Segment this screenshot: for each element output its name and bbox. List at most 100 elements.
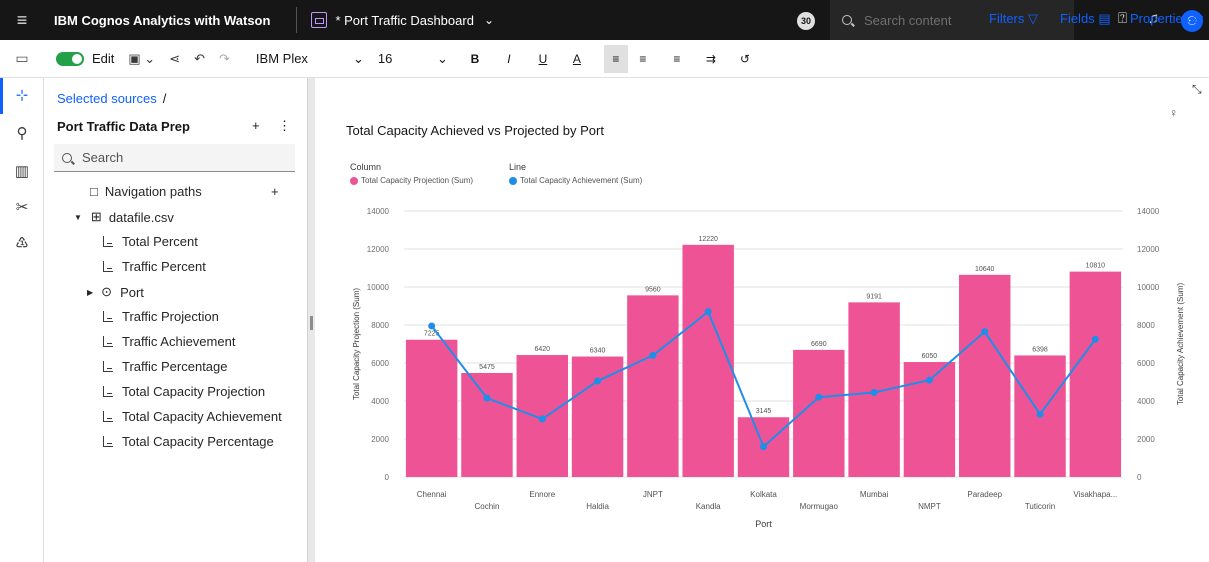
bar-value-label: 12220 (698, 236, 718, 243)
measure-icon (103, 386, 113, 397)
tree-item-navigation-paths[interactable]: □ Navigation paths (90, 184, 202, 199)
align-right-icon[interactable]: ≡ (670, 52, 684, 66)
field-label: Total Capacity Projection (122, 384, 266, 399)
chevron-down-icon: ⌄ (353, 50, 364, 66)
bar (405, 339, 458, 477)
bar (959, 274, 1011, 477)
font-family-select[interactable]: IBM Plex ⌄ (256, 51, 364, 67)
chevron-down-icon: ⌄ (437, 50, 448, 66)
table-icon: ⊞ (90, 209, 102, 224)
measure-icon (103, 236, 113, 247)
x-tick-label: Tuticorin (1025, 502, 1055, 511)
breadcrumb-selected-sources[interactable]: Selected sources (57, 91, 157, 106)
line-point (428, 322, 436, 330)
y2-tick-label: 14000 (1137, 207, 1160, 216)
widgets-icon[interactable]: ✂ (0, 198, 44, 216)
search-icon (62, 152, 72, 163)
visualizations-icon[interactable]: ▥ (0, 162, 44, 180)
assistant-icon[interactable]: ♳ (0, 234, 44, 252)
y2-axis-title: Total Capacity Achievement (Sum) (1176, 283, 1185, 406)
font-size-select[interactable]: 16 ⌄ (378, 51, 448, 67)
dashboard-title[interactable]: * Port Traffic Dashboard (335, 13, 474, 28)
line-point (1091, 335, 1099, 343)
splitter-grip[interactable] (310, 316, 313, 330)
source-search-input[interactable]: Search (54, 144, 295, 172)
field-total-capacity-percentage[interactable]: Total Capacity Percentage (103, 434, 274, 449)
bar-value-label: 6398 (1032, 346, 1048, 353)
folder-icon: □ (90, 184, 98, 199)
field-total-capacity-projection[interactable]: Total Capacity Projection (103, 384, 265, 399)
redo-icon[interactable]: ↷ (219, 51, 230, 67)
overflow-menu-icon[interactable]: ⋮ (278, 118, 291, 134)
measure-icon (103, 336, 113, 347)
notification-badge[interactable]: 30 (797, 12, 815, 30)
save-icon[interactable]: ▣ ⌄ (128, 51, 155, 67)
help-icon[interactable]: ⍰ (1118, 10, 1127, 27)
bar (461, 372, 513, 477)
y-tick-label: 10000 (367, 283, 390, 292)
y2-tick-label: 6000 (1137, 359, 1155, 368)
filters-label: Filters (989, 11, 1025, 26)
data-sources-icon[interactable]: ⊹ (0, 86, 44, 104)
y2-tick-label: 0 (1137, 473, 1142, 482)
edit-label: Edit (92, 51, 115, 66)
field-label: Traffic Achievement (122, 334, 236, 349)
panel-splitter[interactable] (307, 78, 315, 562)
align-center-icon[interactable]: ≡ (636, 52, 650, 66)
reset-icon[interactable]: ↺ (738, 52, 752, 66)
fields-icon: ▤ (1098, 11, 1111, 26)
field-port[interactable]: ▶ ⊙ Port (87, 284, 144, 300)
field-label: Port (120, 284, 144, 300)
bar-value-label: 10810 (1086, 263, 1106, 270)
y-tick-label: 4000 (371, 397, 389, 406)
search-icon (842, 15, 852, 25)
pin-icon[interactable]: ⚲ (0, 124, 44, 142)
comment-icon[interactable]: ▭ (0, 50, 44, 67)
bold-button[interactable]: B (468, 52, 482, 66)
add-navigation-path-button[interactable]: + (271, 184, 279, 199)
fields-label: Fields (1060, 11, 1095, 26)
fields-button[interactable]: Fields ▤ (1060, 11, 1111, 27)
align-left-icon[interactable]: ≡ (603, 44, 628, 73)
bar-value-label: 9560 (645, 286, 661, 293)
properties-button[interactable]: Properties ⇄ (1130, 11, 1204, 27)
share-icon[interactable]: ⋖ (169, 51, 180, 67)
breadcrumb-separator: / (162, 91, 167, 106)
edit-toggle[interactable] (56, 51, 84, 66)
undo-icon[interactable]: ↶ (194, 51, 205, 67)
italic-button[interactable]: I (502, 52, 516, 66)
menu-icon[interactable]: ≡ (0, 0, 44, 40)
field-traffic-achievement[interactable]: Traffic Achievement (103, 334, 235, 349)
line-point (815, 393, 823, 401)
field-traffic-percent[interactable]: Traffic Percent (103, 259, 206, 274)
underline-button[interactable]: U (536, 52, 550, 66)
tree-item-datafile[interactable]: ▼ ⊞ datafile.csv (74, 209, 174, 225)
line-point (538, 415, 546, 423)
line-point (925, 376, 933, 384)
x-tick-label: Chennai (417, 490, 447, 499)
measure-icon (103, 311, 113, 322)
filters-button[interactable]: Filters ▽ (989, 11, 1038, 27)
x-tick-label: Mormugao (800, 502, 839, 511)
y-tick-label: 14000 (367, 207, 390, 216)
text-color-button[interactable]: A (570, 52, 584, 66)
bar-value-label: 6050 (922, 353, 938, 360)
field-traffic-projection[interactable]: Traffic Projection (103, 309, 219, 324)
line-point (594, 377, 602, 385)
chevron-down-icon[interactable]: ⌄ (484, 13, 494, 27)
divider (296, 7, 298, 33)
field-traffic-percentage[interactable]: Traffic Percentage (103, 359, 228, 374)
add-source-button[interactable]: + (252, 118, 260, 133)
tree-item-label: datafile.csv (108, 209, 174, 225)
dashboard-canvas: ⤡ ♀ Total Capacity Achieved vs Projected… (315, 78, 1209, 562)
x-tick-label: Kandla (696, 502, 721, 511)
line-point (760, 443, 767, 451)
measure-icon (103, 361, 113, 372)
x-tick-label: Visakhapa... (1073, 490, 1117, 499)
search-placeholder: Search content (864, 12, 952, 28)
field-total-percent[interactable]: Total Percent (103, 234, 198, 249)
y2-tick-label: 4000 (1137, 397, 1155, 406)
wrap-text-icon[interactable]: ⇉ (704, 52, 718, 66)
field-total-capacity-achievement[interactable]: Total Capacity Achievement (103, 409, 282, 424)
field-label: Traffic Percentage (122, 359, 228, 374)
